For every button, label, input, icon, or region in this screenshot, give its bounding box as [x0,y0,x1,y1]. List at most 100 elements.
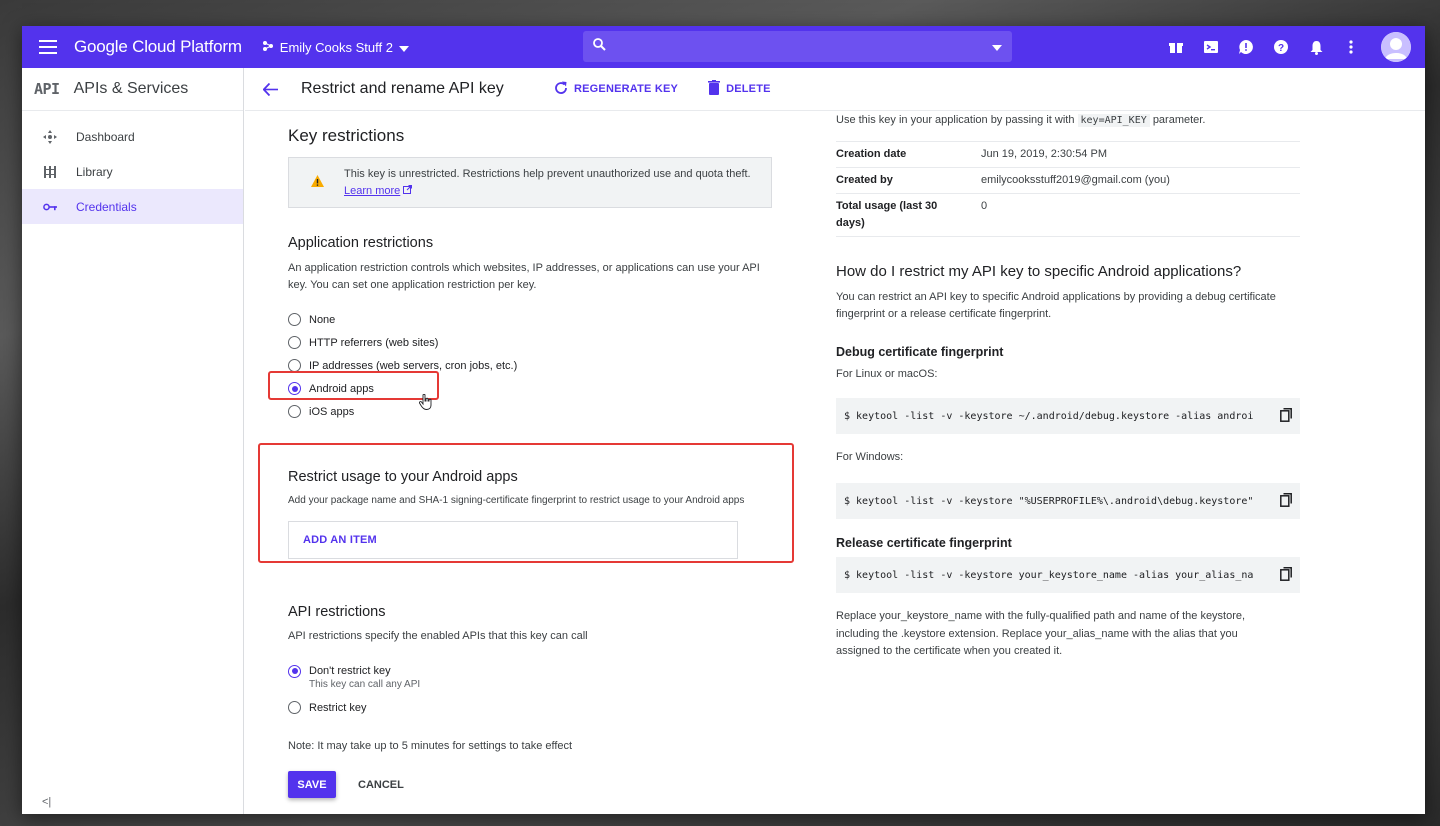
library-icon [40,165,60,178]
application-restriction-radio-group: None HTTP referrers (web sites) IP addre… [288,308,808,423]
warning-message: This key is unrestricted. Restrictions h… [344,167,751,180]
android-apps-highlight [268,371,439,400]
windows-label: For Windows: [836,451,904,463]
how-to-heading: How do I restrict my API key to specific… [836,263,1242,280]
search-bar[interactable] [583,31,1012,62]
windows-command-block: $ keytool -list -v -keystore "%USERPROFI… [836,483,1300,519]
project-icon [262,40,274,55]
radio-button-selected[interactable] [288,664,301,678]
radio-restrict-key[interactable]: Restrict key [288,696,808,719]
info-value: emilycooksstuff2019@gmail.com (you) [981,174,1170,186]
radio-button[interactable] [288,313,301,326]
unrestricted-warning: This key is unrestricted. Restrictions h… [288,157,772,208]
delete-button[interactable]: DELETE [708,80,771,98]
android-section-highlight [258,443,794,563]
hand-cursor-icon [418,393,433,415]
api-restrictions-heading: API restrictions [288,604,386,620]
search-dropdown-icon[interactable] [992,38,1002,56]
app-window: Google Cloud Platform Emily Cooks Stuff … [22,26,1425,814]
feedback-icon[interactable] [1237,38,1255,56]
copy-icon[interactable] [1280,493,1292,510]
radio-button[interactable] [288,701,301,714]
radio-http-referrers[interactable]: HTTP referrers (web sites) [288,331,808,354]
windows-command: $ keytool -list -v -keystore "%USERPROFI… [844,495,1254,507]
avatar[interactable] [1381,32,1411,62]
copy-icon[interactable] [1280,408,1292,425]
search-input[interactable] [616,39,992,54]
save-button[interactable]: SAVE [288,771,336,798]
refresh-icon [554,81,568,98]
radio-label: None [309,313,336,326]
page-header: Restrict and rename API key REGENERATE K… [245,68,1425,111]
sidebar-header: API APIs & Services [22,68,243,111]
application-restrictions-heading: Application restrictions [288,235,434,251]
notifications-icon[interactable] [1307,38,1325,56]
project-selector[interactable]: Emily Cooks Stuff 2 [262,40,409,55]
info-row-creation-date: Creation date Jun 19, 2019, 2:30:54 PM [836,142,1300,168]
regenerate-key-button[interactable]: REGENERATE KEY [554,81,678,98]
linux-command: $ keytool -list -v -keystore ~/.android/… [844,410,1254,422]
collapse-sidebar-button[interactable]: <| [42,796,51,808]
key-icon [40,203,60,211]
radio-label: IP addresses (web servers, cron jobs, et… [309,359,518,372]
external-link-icon [403,184,413,197]
sidebar-item-label: Dashboard [76,129,135,144]
usage-code: key=API_KEY [1077,114,1150,127]
release-desc: Replace your_keystore_name with the full… [836,610,1246,657]
gift-icon[interactable] [1167,38,1185,56]
api-logo: API [34,80,60,98]
dashboard-icon [40,129,60,144]
cancel-button[interactable]: CANCEL [358,779,404,791]
radio-dont-restrict-key[interactable]: Don't restrict key [288,663,808,679]
linux-label: For Linux or macOS: [836,368,938,380]
sidebar-item-dashboard[interactable]: Dashboard [22,119,243,154]
radio-button[interactable] [288,336,301,349]
copy-icon[interactable] [1280,567,1292,584]
help-icon[interactable]: ? [1272,38,1290,56]
release-command-block: $ keytool -list -v -keystore your_keysto… [836,557,1300,593]
sidebar-item-library[interactable]: Library [22,154,243,189]
info-value: Jun 19, 2019, 2:30:54 PM [981,148,1107,160]
radio-button[interactable] [288,405,301,418]
application-restrictions-desc: An application restriction controls whic… [288,262,760,291]
radio-label: Don't restrict key [309,665,391,677]
more-vert-icon[interactable] [1342,38,1360,56]
info-key: Total usage (last 30 days) [836,200,938,229]
radio-label: Restrict key [309,701,367,714]
menu-icon[interactable] [22,26,74,68]
radio-ios-apps[interactable]: iOS apps [288,400,808,423]
regenerate-key-label: REGENERATE KEY [574,83,679,95]
svg-text:?: ? [1278,43,1284,54]
key-restrictions-heading: Key restrictions [288,126,405,145]
help-panel: Use this key in your application by pass… [836,111,1302,661]
trash-icon [708,80,721,98]
key-info-table: Creation date Jun 19, 2019, 2:30:54 PM C… [836,141,1300,237]
cloud-shell-icon[interactable] [1202,38,1220,56]
usage-text-post: parameter. [1152,114,1206,126]
delete-label: DELETE [726,83,771,95]
radio-label: iOS apps [309,405,355,418]
radio-none[interactable]: None [288,308,808,331]
info-row-total-usage: Total usage (last 30 days) 0 [836,194,1300,237]
info-key: Created by [836,174,893,186]
info-value: 0 [981,200,988,212]
debug-fingerprint-heading: Debug certificate fingerprint [836,345,1004,359]
learn-more-link[interactable]: Learn more [344,185,400,197]
usage-instructions: Use this key in your application by pass… [836,112,1302,129]
radio-label: HTTP referrers (web sites) [309,336,439,349]
api-restrictions-desc: API restrictions specify the enabled API… [288,630,588,642]
back-arrow-icon[interactable] [245,82,295,96]
warning-text: This key is unrestricted. Restrictions h… [344,166,754,200]
project-name: Emily Cooks Stuff 2 [279,39,393,55]
release-fingerprint-heading: Release certificate fingerprint [836,536,1012,550]
search-icon [593,37,606,56]
form-actions: SAVE CANCEL [288,771,808,798]
how-to-desc: You can restrict an API key to specific … [836,291,1276,320]
top-app-bar: Google Cloud Platform Emily Cooks Stuff … [22,26,1425,68]
top-actions: ? [1167,26,1411,68]
sidebar-item-credentials[interactable]: Credentials [22,189,243,224]
brand-title[interactable]: Google Cloud Platform [74,37,242,57]
usage-text-pre: Use this key in your application by pass… [836,114,1075,126]
sidebar-title: APIs & Services [73,80,189,97]
api-restriction-radio-group: Don't restrict key This key can call any… [288,663,808,719]
